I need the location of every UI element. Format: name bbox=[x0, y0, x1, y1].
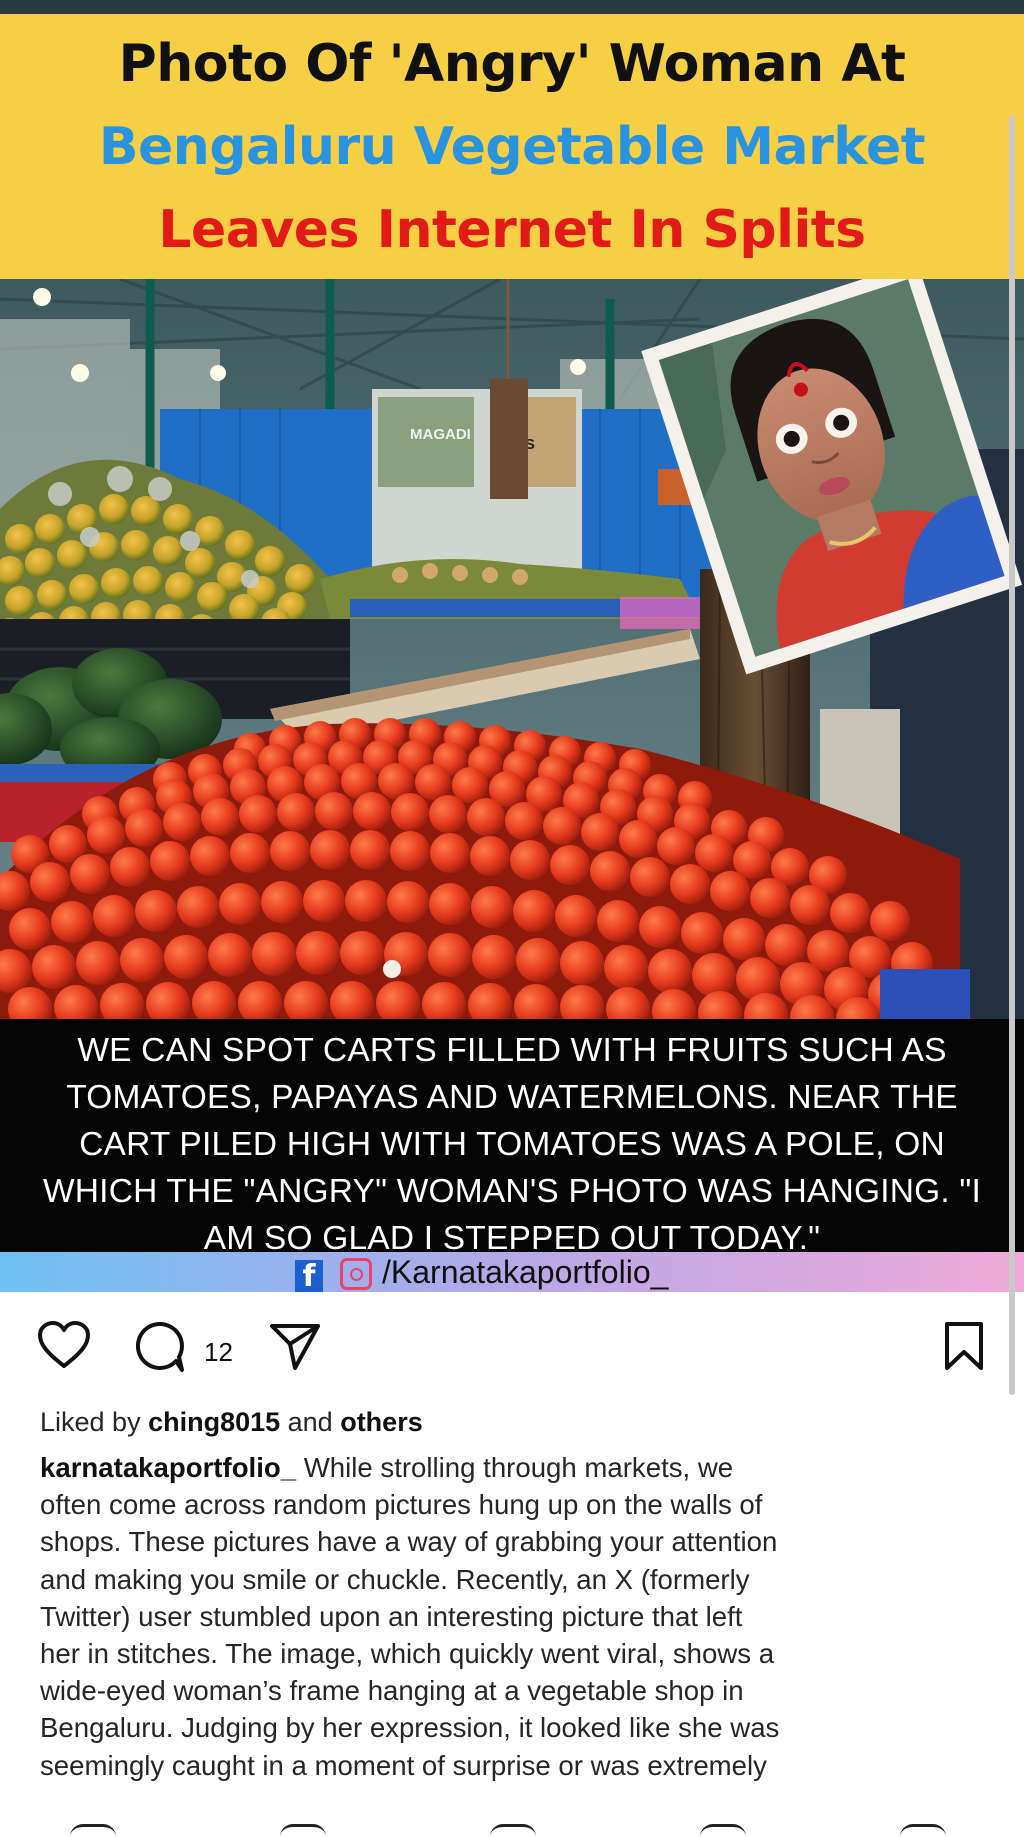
caption-first-line-rest: While strolling through markets, we bbox=[296, 1452, 734, 1483]
post-caption: karnatakaportfolio_ While strolling thro… bbox=[40, 1449, 1000, 1784]
market-scene-photo: MAGADI NS bbox=[0, 279, 1024, 1019]
headline-line-3: Leaves Internet In Splits bbox=[158, 200, 866, 260]
caption-line: wide-eyed woman’s frame hanging at a veg… bbox=[40, 1675, 744, 1707]
social-handle: /Karnatakaportfolio_ bbox=[382, 1254, 669, 1290]
profile-icon[interactable] bbox=[900, 1824, 946, 1837]
liked-by-user[interactable]: ching8015 bbox=[148, 1407, 280, 1437]
post-actions bbox=[0, 1320, 1024, 1380]
scrollbar[interactable] bbox=[1009, 115, 1015, 1395]
caption-line: shops. These pictures have a way of grab… bbox=[40, 1526, 778, 1558]
caption-line-1: WE CAN SPOT CARTS FILLED WITH FRUITS SUC… bbox=[77, 1032, 947, 1069]
banner-text: MAGADI bbox=[410, 426, 471, 443]
liked-by-others[interactable]: others bbox=[340, 1407, 423, 1437]
caption-line-2: TOMATOES, PAPAYAS AND WATERMELONS. NEAR … bbox=[66, 1079, 958, 1116]
social-handle-bar: f /Karnatakaportfolio_ bbox=[0, 1252, 1024, 1292]
caption-first-line: karnatakaportfolio_ While strolling thro… bbox=[40, 1449, 1000, 1486]
liked-by: Liked by ching8015 and others bbox=[40, 1407, 423, 1438]
caption-line: often come across random pictures hung u… bbox=[40, 1489, 763, 1521]
caption-line: Bengaluru. Judging by her expression, it… bbox=[40, 1712, 780, 1744]
caption-line: seemingly caught in a moment of surprise… bbox=[40, 1749, 767, 1781]
caption-line: and making you smile or chuckle. Recentl… bbox=[40, 1563, 750, 1595]
reels-icon[interactable] bbox=[490, 1824, 536, 1837]
bookmark-icon[interactable] bbox=[942, 1320, 986, 1372]
liked-by-prefix: Liked by bbox=[40, 1407, 149, 1437]
bottom-nav-bar bbox=[0, 1818, 1024, 1833]
liked-by-middle: and bbox=[280, 1407, 341, 1437]
headline-line-2: Bengaluru Vegetable Market bbox=[98, 117, 926, 177]
home-icon[interactable] bbox=[70, 1824, 116, 1837]
caption-line-3: CART PILED HIGH WITH TOMATOES WAS A POLE… bbox=[79, 1126, 945, 1163]
share-icon[interactable] bbox=[268, 1322, 322, 1372]
caption-line: her in stitches. The image, which quickl… bbox=[40, 1638, 775, 1670]
comment-count: 12 bbox=[204, 1337, 233, 1367]
comment-icon[interactable] bbox=[132, 1320, 186, 1374]
shop-icon[interactable] bbox=[700, 1824, 746, 1837]
caption-line-4: WHICH THE "ANGRY" WOMAN'S PHOTO WAS HANG… bbox=[42, 1173, 982, 1210]
headline-banner: Photo Of 'Angry' Woman At Bengaluru Vege… bbox=[0, 14, 1024, 279]
heart-icon[interactable] bbox=[36, 1320, 92, 1370]
headline-line-1: Photo Of 'Angry' Woman At bbox=[118, 34, 906, 94]
facebook-icon: f bbox=[295, 1260, 323, 1292]
search-nav-icon[interactable] bbox=[280, 1824, 326, 1837]
caption-line: Twitter) user stumbled upon an interesti… bbox=[40, 1600, 743, 1632]
instagram-icon bbox=[340, 1258, 372, 1290]
post-image[interactable]: Photo Of 'Angry' Woman At Bengaluru Vege… bbox=[0, 0, 1024, 1292]
caption-username[interactable]: karnatakaportfolio_ bbox=[40, 1452, 296, 1483]
image-caption-overlay: WE CAN SPOT CARTS FILLED WITH FRUITS SUC… bbox=[0, 1019, 1024, 1257]
